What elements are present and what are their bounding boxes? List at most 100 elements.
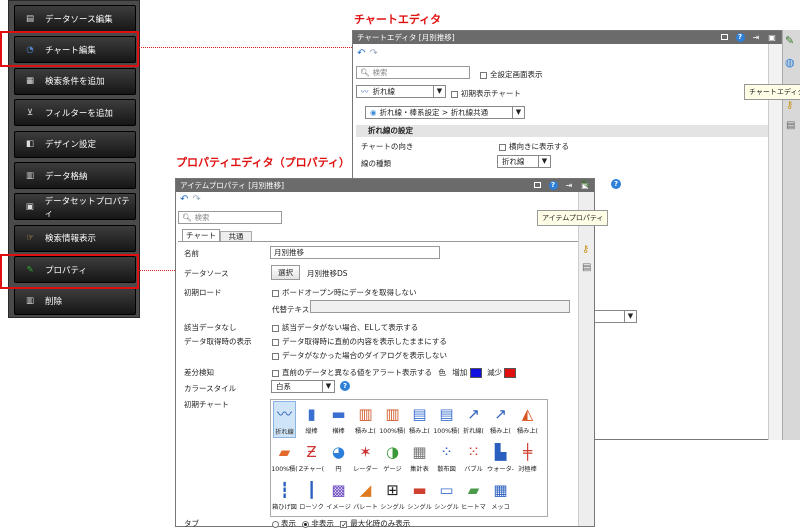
chart-type-label: 積み上(: [490, 428, 511, 435]
chart-type-icon: ⁙: [467, 443, 480, 461]
chart-type-icon: ▮: [307, 405, 316, 423]
chart-type-label: 積み上(: [409, 428, 430, 435]
highlight-chart-edit: [0, 31, 139, 67]
line-type-select[interactable]: 折れ線 ▼: [497, 155, 551, 168]
chart-type-option[interactable]: ▭ シングル: [434, 477, 459, 514]
orientation-checkbox[interactable]: 横向きに表示する: [499, 141, 569, 152]
chart-type-option[interactable]: ┃ ローソク: [299, 477, 324, 514]
chart-type-option[interactable]: ◭ 積み上(: [516, 401, 539, 438]
chart-type-option[interactable]: ▰ 100%積(: [271, 439, 297, 476]
increase-color-swatch[interactable]: [469, 368, 482, 378]
chart-type-label: イメージ: [326, 504, 351, 511]
menu-item-9[interactable]: ▥ 削除: [14, 287, 136, 315]
chart-type-option[interactable]: ↗ 折れ線(: [462, 401, 485, 438]
initial-load-checkbox[interactable]: ボードオープン時にデータを取得しない: [272, 287, 417, 298]
chart-type-icon: ✶: [359, 443, 372, 461]
settings-breadcrumb-select[interactable]: ◉ 折れ線・棒系設定 > 折れ線共通 ▼: [365, 106, 525, 119]
menu-item-label: 検索条件を追加: [45, 77, 105, 88]
chart-type-label: メッコ: [491, 504, 510, 511]
decrease-color-swatch[interactable]: [504, 368, 517, 378]
menu-item-3[interactable]: ⊻ フィルターを追加: [14, 99, 136, 127]
chart-type-option[interactable]: ▩ イメージ: [326, 477, 351, 514]
design-icon: ◧: [25, 139, 35, 150]
tab-common[interactable]: 共通: [220, 231, 252, 241]
chart-type-icon: ▬: [331, 405, 346, 423]
restore-icon[interactable]: [532, 180, 542, 190]
tab-chart[interactable]: チャート: [182, 229, 220, 241]
redo-icon[interactable]: ↷: [369, 48, 377, 59]
chart-type-option[interactable]: ▥ 積み上(: [354, 401, 377, 438]
chart-type-icon: ◭: [521, 405, 534, 423]
pin-icon[interactable]: ⇥: [564, 180, 574, 190]
chart-type-select[interactable]: 〰 折れ線 ▼: [356, 85, 446, 98]
chart-type-option[interactable]: ▤ 積み上(: [408, 401, 431, 438]
pin-icon[interactable]: ⇥: [751, 32, 761, 42]
help-icon[interactable]: ?: [340, 381, 350, 391]
chart-type-option[interactable]: ⁘ 散布図: [435, 439, 458, 476]
menu-item-2[interactable]: ▦ 検索条件を追加: [14, 67, 136, 95]
chart-type-option[interactable]: ▦ メッコ: [489, 477, 512, 514]
line-settings-header: 折れ線の設定: [356, 125, 778, 137]
help-circle-icon[interactable]: ?: [735, 32, 745, 42]
menu-item-0[interactable]: ▤ データソース編集: [14, 5, 136, 32]
pen-icon[interactable]: ✎: [581, 178, 590, 191]
key-icon[interactable]: ⚷: [582, 244, 589, 255]
name-input[interactable]: 月別推移: [270, 246, 440, 259]
chart-type-option[interactable]: ▥ 100%積(: [379, 401, 406, 438]
chart-type-icon: ▩: [331, 481, 346, 499]
menu-item-4[interactable]: ◧ デザイン設定: [14, 130, 136, 158]
chart-editor-tab-icon[interactable]: ◍: [785, 56, 795, 69]
menu-item-7[interactable]: ☞ 検索情報表示: [14, 224, 136, 252]
restore-icon[interactable]: [719, 32, 729, 42]
chart-type-label: 100%積(: [379, 428, 406, 435]
datasource-label: データソース: [184, 269, 229, 278]
help-circle-icon[interactable]: ?: [548, 180, 558, 190]
diff-checkbox[interactable]: 直前のデータと異なる値をアラート表示する 色 増加 減少: [272, 367, 517, 378]
chart-type-option[interactable]: ◕ 円: [327, 439, 350, 476]
datasource-select-button[interactable]: 選択: [271, 265, 300, 280]
chart-type-option[interactable]: ✶ レーダー: [353, 439, 378, 476]
key-icon[interactable]: ⚷: [786, 100, 793, 111]
document-icon[interactable]: ▤: [786, 120, 795, 131]
chart-type-option[interactable]: 〰折れ線: [273, 401, 296, 438]
color-style-label: カラースタイル: [184, 384, 237, 393]
document-icon[interactable]: ▤: [582, 262, 591, 273]
help-icon[interactable]: ?: [611, 179, 621, 189]
menu-item-label: フィルターを追加: [45, 108, 113, 119]
fetch-dialog-checkbox[interactable]: データがなかった場合のダイアログを表示しない: [272, 350, 447, 361]
chart-type-option[interactable]: ⊞ シングル: [380, 477, 405, 514]
chart-type-option[interactable]: ▮ 縦棒: [300, 401, 323, 438]
alt-text-input[interactable]: [310, 300, 570, 313]
chart-type-label: 散布図: [437, 466, 456, 473]
line-chart-icon: 〰: [361, 87, 369, 96]
color-style-select[interactable]: 白系 ▼: [271, 380, 335, 393]
chart-type-option[interactable]: ╪ 対極棒: [516, 439, 539, 476]
chart-type-option[interactable]: ↗ 積み上(: [489, 401, 512, 438]
save-icon[interactable]: ▣: [767, 32, 777, 42]
undo-icon[interactable]: ↶: [357, 48, 365, 59]
chart-type-option[interactable]: ▤ 100%積(: [433, 401, 459, 438]
chart-type-option[interactable]: Ƶ Zチャー(: [299, 439, 324, 476]
redo-icon[interactable]: ↷: [192, 194, 200, 205]
chart-editor-search-input[interactable]: 🔍︎ 検索: [356, 66, 470, 79]
chart-type-icon: ▰: [278, 443, 291, 461]
pen-icon[interactable]: ✎: [785, 34, 794, 47]
undo-icon[interactable]: ↶: [180, 194, 188, 205]
menu-item-5[interactable]: ▥ データ格納: [14, 162, 136, 189]
chart-type-option[interactable]: ◑ ゲージ: [381, 439, 404, 476]
chart-type-label: 横棒: [332, 428, 345, 435]
chart-type-option[interactable]: ◢ パレート: [353, 477, 378, 514]
initial-chart-checkbox[interactable]: 初期表示チャート: [451, 88, 521, 99]
fetch-keep-checkbox[interactable]: データ取得時に直前の内容を表示したままにする: [272, 336, 447, 347]
show-all-checkbox[interactable]: 全設定画面表示: [480, 69, 543, 80]
chart-type-option[interactable]: ▬ 横棒: [327, 401, 350, 438]
chart-type-option[interactable]: ▙ ウォータ-: [487, 439, 514, 476]
chart-type-option[interactable]: ┇ 箱ひげ図: [272, 477, 297, 514]
chart-type-option[interactable]: ▦ 集計表: [408, 439, 431, 476]
property-search-input[interactable]: 🔍︎ 検索: [178, 211, 282, 224]
chart-type-option[interactable]: ⁙ バブル: [462, 439, 485, 476]
menu-item-6[interactable]: ▣ データセットプロパティ: [14, 193, 136, 221]
chart-type-option[interactable]: ▰ ヒートマ: [461, 477, 486, 514]
chart-type-option[interactable]: ▬ シングル: [407, 477, 432, 514]
no-data-checkbox[interactable]: 該当データがない場合、ELして表示する: [272, 322, 418, 333]
